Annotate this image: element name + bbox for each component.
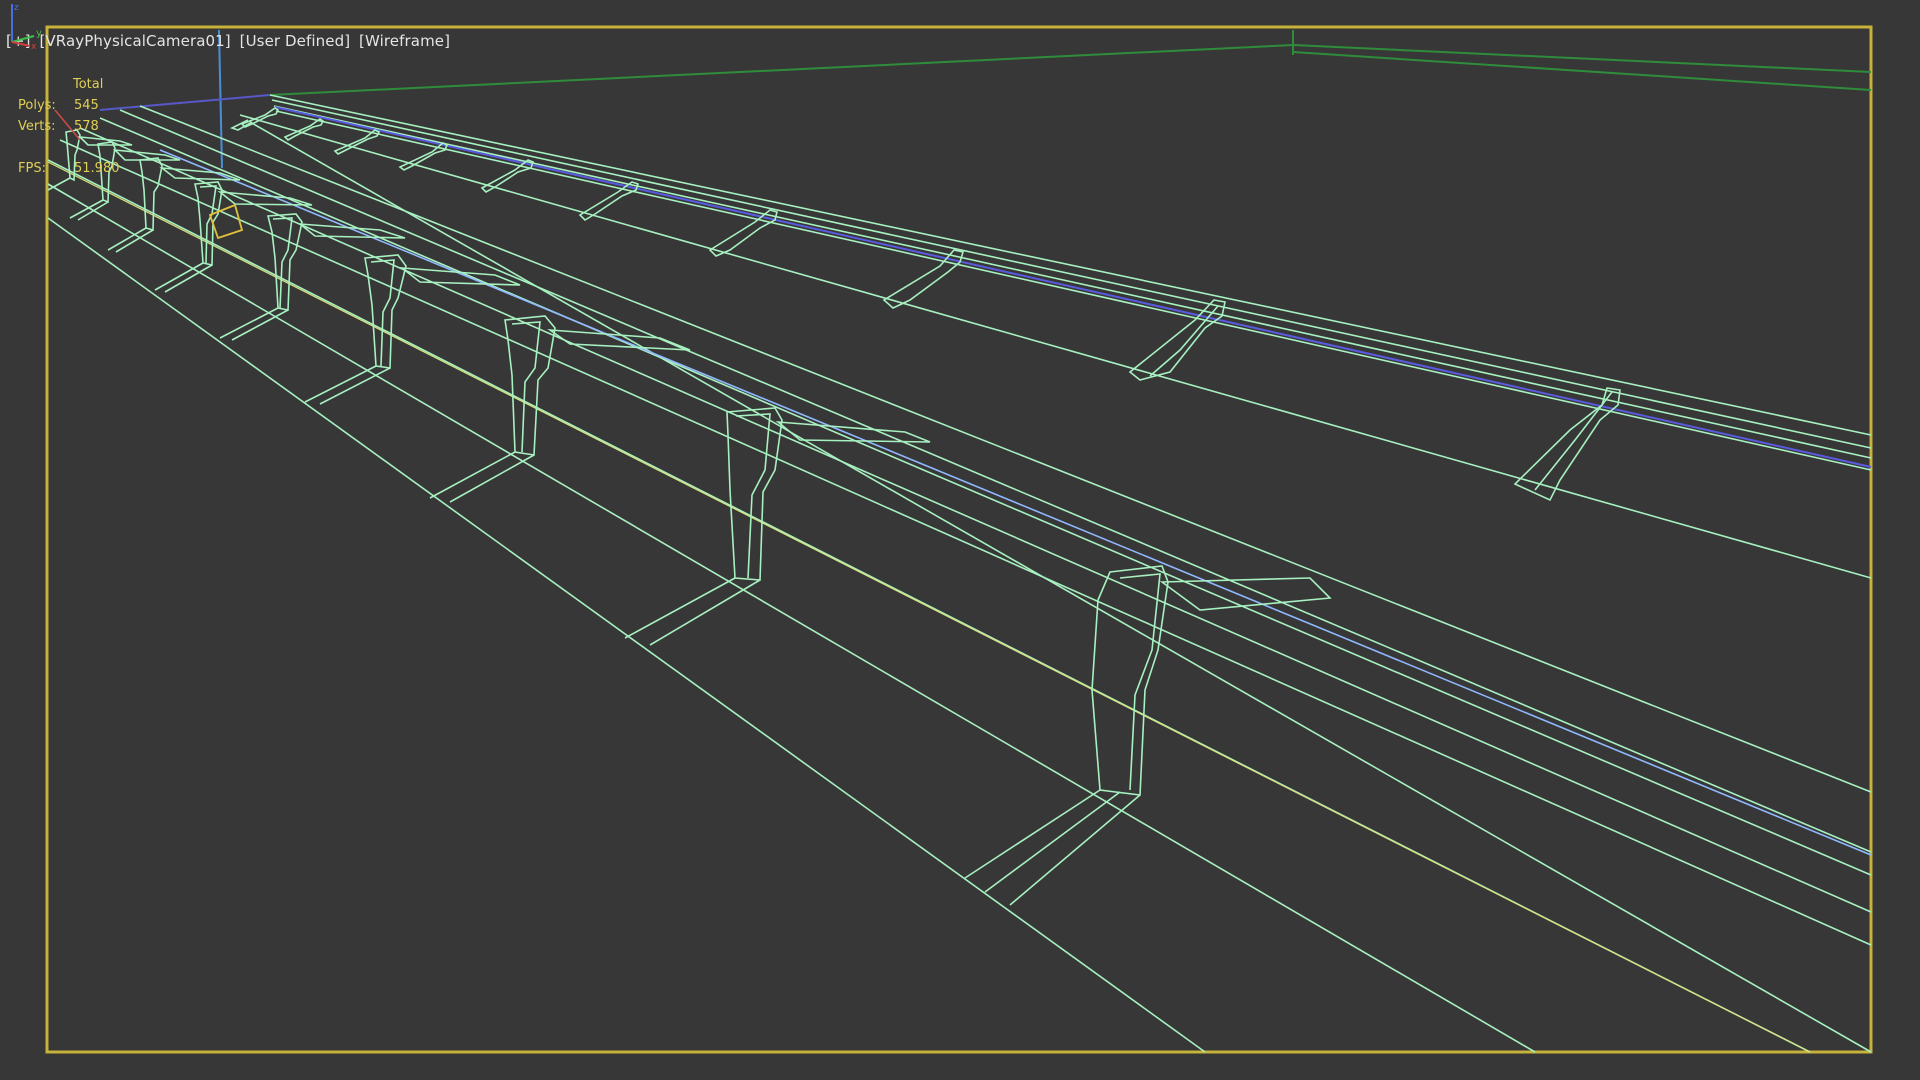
- stats-polys-row: Polys: 545: [18, 95, 120, 116]
- stats-fps-row: FPS: 51.980: [18, 158, 120, 179]
- axis-z-label: z: [14, 3, 19, 13]
- viewport-point-of-view-menu[interactable]: [VRayPhysicalCamera01]: [39, 32, 230, 50]
- axis-y-label: y: [36, 28, 42, 39]
- stats-verts-row: Verts: 578: [18, 116, 120, 137]
- axis-x-line: [11, 41, 31, 47]
- stats-verts-value: 578: [74, 119, 99, 134]
- stats-fps-value: 51.980: [74, 161, 120, 176]
- stats-polys-label: Polys:: [18, 98, 56, 113]
- perspective-viewport[interactable]: [+] [VRayPhysicalCamera01] [User Defined…: [0, 0, 1920, 1080]
- wireframe-scene: [0, 0, 1920, 1080]
- axis-tripod-icon: y x z: [11, 3, 42, 50]
- viewport-statistics: Total Polys: 545 Verts: 578 FPS: 51.980: [18, 74, 120, 179]
- viewport-shading-preset-menu[interactable]: [User Defined]: [240, 32, 351, 50]
- stats-verts-label: Verts:: [18, 119, 56, 134]
- stats-fps-label: FPS:: [18, 161, 46, 176]
- stats-header: Total: [73, 77, 104, 92]
- viewport-shading-mode-menu[interactable]: [Wireframe]: [359, 32, 450, 50]
- axis-x-label: x: [31, 42, 37, 50]
- stats-polys-value: 545: [74, 98, 99, 113]
- viewport-label: [+] [VRayPhysicalCamera01] [User Defined…: [6, 32, 454, 50]
- stats-spacer: [18, 137, 120, 158]
